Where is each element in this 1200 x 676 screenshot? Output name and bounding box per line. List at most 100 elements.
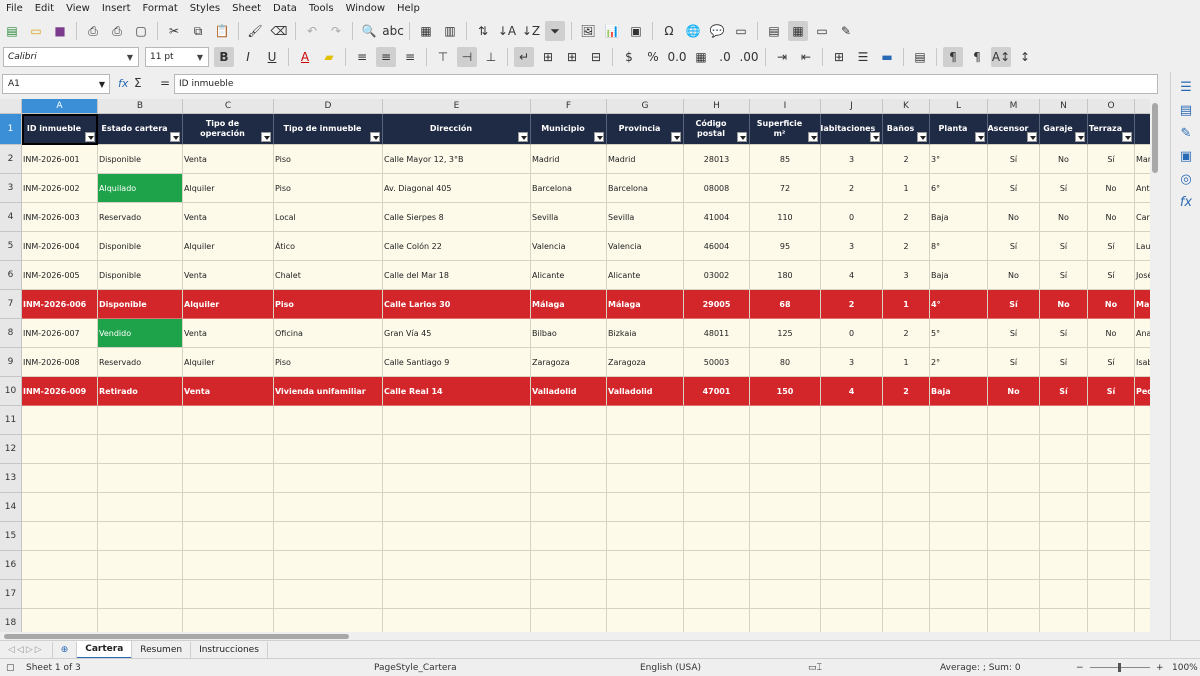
table-cell[interactable]: Alicante [531,261,607,290]
find-replace-icon[interactable]: 🔍 [359,21,379,41]
table-cell[interactable]: Alquiler [183,232,274,261]
header-cell[interactable] [1135,114,1150,145]
empty-cell[interactable] [1040,609,1088,632]
empty-cell[interactable] [750,580,821,609]
column-header-l[interactable]: L [930,99,988,114]
column-header-n[interactable]: N [1040,99,1088,114]
header-cell[interactable]: Municipio [531,114,607,145]
menu-item-edit[interactable]: Edit [29,3,60,14]
column-header-d[interactable]: D [274,99,383,114]
print-preview-icon[interactable]: ▢ [131,21,151,41]
empty-cell[interactable] [1088,609,1135,632]
header-cell[interactable]: Código postal [684,114,750,145]
table-cell[interactable]: Calle Colón 22 [383,232,531,261]
table-cell[interactable]: Sí [1088,348,1135,377]
table-cell[interactable]: Sí [988,319,1040,348]
header-cell[interactable]: Estado cartera [98,114,183,145]
table-cell[interactable]: Sí [1088,232,1135,261]
empty-cell[interactable] [274,464,383,493]
select-all-corner[interactable] [0,99,22,114]
autofilter-dropdown-icon[interactable] [1122,132,1132,142]
column-header-b[interactable]: B [98,99,183,114]
row-header-12[interactable]: 12 [0,435,22,464]
empty-cell[interactable] [1040,551,1088,580]
empty-cell[interactable] [684,406,750,435]
empty-cell[interactable] [274,493,383,522]
empty-cell[interactable] [883,493,930,522]
table-cell[interactable]: 2 [883,319,930,348]
date-format-icon[interactable]: ▦ [691,47,711,67]
table-cell[interactable]: José [1135,261,1150,290]
table-cell[interactable]: Disponible [98,261,183,290]
empty-cell[interactable] [750,522,821,551]
empty-cell[interactable] [607,435,684,464]
header-cell[interactable]: Garaje [1040,114,1088,145]
table-cell[interactable]: Calle Sierpes 8 [383,203,531,232]
table-cell[interactable]: Sí [988,145,1040,174]
column-header-e[interactable]: E [383,99,531,114]
empty-cell[interactable] [183,580,274,609]
empty-cell[interactable] [183,493,274,522]
table-cell[interactable]: Málaga [531,290,607,319]
copy-icon[interactable]: ⧉ [188,21,208,41]
table-cell[interactable]: Gran Vía 45 [383,319,531,348]
table-cell[interactable]: INM-2026-002 [22,174,98,203]
header-cell[interactable]: ID inmueble [22,114,98,145]
autofilter-dropdown-icon[interactable] [261,132,271,142]
table-cell[interactable]: Local [274,203,383,232]
currency-format-icon[interactable]: $ [619,47,639,67]
sort-text-icon[interactable]: ↕ [1015,47,1035,67]
empty-cell[interactable] [274,406,383,435]
autofilter-dropdown-icon[interactable] [975,132,985,142]
vertical-text-icon[interactable]: A↕ [991,47,1011,67]
row-header-3[interactable]: 3 [0,174,22,203]
table-cell[interactable]: Av. Diagonal 405 [383,174,531,203]
table-cell[interactable]: Sevilla [531,203,607,232]
empty-cell[interactable] [183,406,274,435]
empty-cell[interactable] [988,406,1040,435]
table-cell[interactable]: Oficina [274,319,383,348]
table-cell[interactable]: Disponible [98,232,183,261]
empty-cell[interactable] [22,609,98,632]
table-cell[interactable]: 85 [750,145,821,174]
table-cell[interactable]: 2 [883,145,930,174]
empty-cell[interactable] [607,464,684,493]
wrap-text-icon[interactable]: ↵ [514,47,534,67]
empty-cell[interactable] [22,435,98,464]
table-cell[interactable]: Reservado [98,348,183,377]
empty-cell[interactable] [1088,580,1135,609]
gallery-icon[interactable]: ▣ [1171,149,1200,164]
menu-item-data[interactable]: Data [267,3,303,14]
table-cell[interactable]: Sí [988,174,1040,203]
table-cell[interactable]: Sí [1040,232,1088,261]
header-cell[interactable]: Planta [930,114,988,145]
empty-cell[interactable] [98,580,183,609]
table-cell[interactable]: 68 [750,290,821,319]
empty-cell[interactable] [98,522,183,551]
row-header-6[interactable]: 6 [0,261,22,290]
table-cell[interactable]: 50003 [684,348,750,377]
navigator-icon[interactable]: ◎ [1171,172,1200,187]
formula-icon[interactable]: = [160,76,170,90]
align-right-icon[interactable]: ≡ [400,47,420,67]
paste-icon[interactable]: 📋 [212,21,232,41]
empty-cell[interactable] [883,580,930,609]
table-cell[interactable]: Piso [274,348,383,377]
comment-icon[interactable]: 💬 [707,21,727,41]
table-cell[interactable]: 2 [883,232,930,261]
empty-cell[interactable] [1040,493,1088,522]
table-cell[interactable]: Baja [930,203,988,232]
redo-icon[interactable]: ↷ [326,21,346,41]
table-cell[interactable]: 0 [821,319,883,348]
empty-cell[interactable] [531,580,607,609]
chevron-down-icon[interactable]: ▼ [99,80,105,89]
empty-cell[interactable] [930,493,988,522]
empty-cell[interactable] [1040,522,1088,551]
border-color-icon[interactable]: ▬ [877,47,897,67]
undo-icon[interactable]: ↶ [302,21,322,41]
empty-cell[interactable] [1088,493,1135,522]
table-cell[interactable]: Sí [988,290,1040,319]
zoom-level[interactable]: 100% [1172,663,1198,673]
table-cell[interactable]: Baja [930,261,988,290]
table-cell[interactable]: 3 [883,261,930,290]
